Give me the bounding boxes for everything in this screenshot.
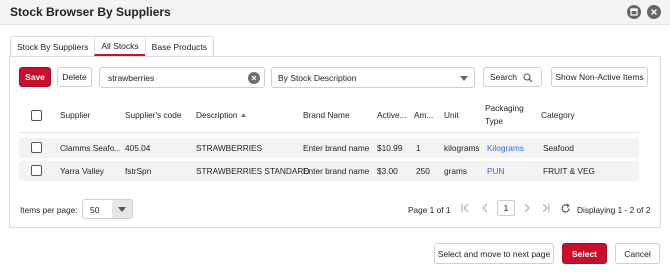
cell-unit: kilograms [444, 143, 480, 153]
minimize-window-icon[interactable] [627, 5, 641, 19]
cell-supplier: Clamms Seafo... [60, 143, 120, 153]
cell-supplier: Yarra Valley [60, 166, 104, 176]
tab-all-stocks[interactable]: All Stocks [94, 36, 146, 56]
column-header-description-label: Description [196, 109, 238, 120]
column-header-category[interactable]: Category [541, 98, 575, 132]
save-button[interactable]: Save [19, 67, 51, 87]
column-header-packaging-type[interactable]: Packaging Type [485, 98, 535, 132]
cell-active-price: $10.99 [377, 143, 403, 153]
last-page-icon[interactable] [539, 201, 553, 215]
cell-brand-name[interactable]: Enter brand name [303, 166, 369, 176]
cell-amount: 250 [416, 166, 430, 176]
column-header-amount[interactable]: Am... [414, 98, 433, 132]
cell-category: FRUIT & VEG [543, 166, 595, 176]
row-checkbox[interactable] [31, 165, 42, 176]
tab-base-products[interactable]: Base Products [144, 36, 214, 56]
search-by-value: By Stock Description [278, 73, 357, 83]
cell-amount: 1 [416, 143, 421, 153]
sort-ascending-icon [240, 113, 246, 117]
cell-packaging-type-link[interactable]: PUN [487, 166, 505, 176]
search-input[interactable]: strawberries [99, 67, 265, 88]
column-header-supplier[interactable]: Supplier [60, 98, 90, 132]
header-divider [19, 132, 639, 133]
refresh-icon[interactable] [558, 201, 572, 215]
cell-brand-name[interactable]: Enter brand name [303, 143, 369, 153]
search-icon [523, 73, 533, 83]
column-header-brand-name[interactable]: Brand Name [303, 98, 350, 132]
column-header-suppliers-code[interactable]: Supplier's code [125, 98, 181, 132]
row-checkbox[interactable] [31, 142, 42, 153]
column-header-active[interactable]: Active... [377, 98, 407, 132]
chevron-down-icon [460, 76, 468, 81]
table-row[interactable]: Yarra Valley fstrSpn STRAWBERRIES STANDA… [19, 161, 639, 181]
cancel-button[interactable]: Cancel [615, 243, 660, 264]
cell-packaging-type-link[interactable]: Kilograms [487, 143, 524, 153]
select-all-checkbox[interactable] [31, 110, 42, 121]
cell-suppliers-code: 405.04 [125, 143, 151, 153]
tab-stock-by-suppliers[interactable]: Stock By Suppliers [10, 36, 96, 56]
search-by-select[interactable]: By Stock Description [271, 67, 475, 88]
previous-page-icon[interactable] [478, 201, 492, 215]
cell-active-price: $3.00 [377, 166, 398, 176]
search-button-label: Search [490, 72, 517, 82]
displaying-info: Displaying 1 - 2 of 2 [577, 205, 651, 215]
cell-category: Seafood [543, 143, 574, 153]
cell-description: STRAWBERRIES STANDARD [196, 166, 310, 176]
select-and-move-to-next-page-button[interactable]: Select and move to next page [434, 243, 554, 264]
search-button[interactable]: Search [483, 67, 542, 87]
items-per-page-value: 50 [90, 205, 100, 215]
select-button[interactable]: Select [562, 243, 607, 264]
cell-suppliers-code: fstrSpn [125, 166, 152, 176]
window-titlebar: Stock Browser By Suppliers [0, 0, 670, 25]
show-non-active-items-button[interactable]: Show Non-Active Items [551, 67, 648, 87]
column-header-description[interactable]: Description [196, 98, 246, 132]
window-title: Stock Browser By Suppliers [10, 5, 171, 19]
clear-search-icon[interactable] [248, 72, 260, 84]
column-header-unit[interactable]: Unit [444, 98, 459, 132]
search-input-value: strawberries [108, 73, 155, 83]
current-page-button[interactable]: 1 [497, 200, 515, 216]
next-page-icon[interactable] [520, 201, 534, 215]
table-row[interactable]: Clamms Seafo... 405.04 STRAWBERRIES Ente… [19, 138, 639, 158]
delete-button[interactable]: Delete [57, 67, 92, 87]
cell-description: STRAWBERRIES [196, 143, 263, 153]
first-page-icon[interactable] [458, 201, 472, 215]
items-per-page-label: Items per page: [20, 205, 78, 215]
items-per-page-select[interactable]: 50 [82, 199, 133, 219]
tab-bar: Stock By Suppliers All Stocks Base Produ… [10, 36, 214, 56]
page-info: Page 1 of 1 [408, 205, 451, 215]
close-window-icon[interactable] [647, 5, 661, 19]
cell-unit: grams [444, 166, 468, 176]
chevron-down-icon [112, 200, 132, 218]
